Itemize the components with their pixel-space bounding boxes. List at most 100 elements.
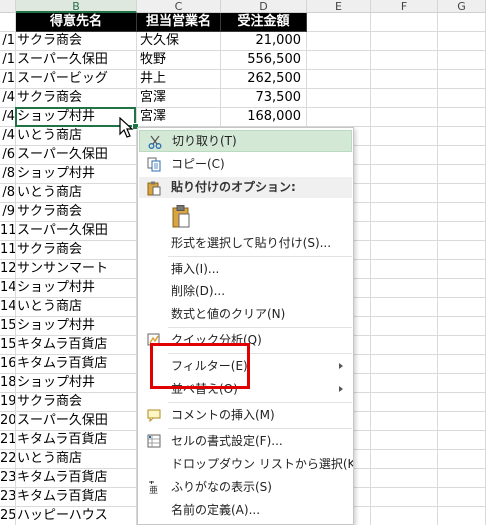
customer-cell[interactable]: スーパー久保田 — [16, 222, 137, 241]
cell[interactable] — [371, 488, 438, 507]
header-amount[interactable]: 受注金額 — [221, 13, 307, 32]
date-cell[interactable]: 15 — [0, 317, 16, 336]
date-cell[interactable]: 16 — [0, 355, 16, 374]
date-cell[interactable]: /9 — [0, 203, 16, 222]
cell[interactable] — [438, 13, 486, 32]
customer-cell[interactable]: サクラ商会 — [16, 89, 137, 108]
cell[interactable] — [307, 51, 371, 70]
column-header-b[interactable]: B — [16, 0, 137, 13]
column-header-d[interactable]: D — [221, 0, 307, 13]
cell[interactable] — [438, 32, 486, 51]
date-cell[interactable]: /8 — [0, 184, 16, 203]
customer-cell[interactable]: ショップ村井 — [16, 374, 137, 393]
customer-cell[interactable]: キタムラ百貨店 — [16, 488, 137, 507]
amount-cell[interactable]: 21,000 — [221, 32, 307, 51]
sales-rep-cell[interactable]: 宮澤 — [137, 108, 221, 127]
customer-cell[interactable]: サンサンマート — [16, 260, 137, 279]
amount-cell[interactable]: 262,500 — [221, 70, 307, 89]
column-header-a[interactable] — [0, 0, 16, 13]
cell[interactable] — [371, 336, 438, 355]
cell[interactable] — [371, 89, 438, 108]
cell[interactable] — [371, 412, 438, 431]
customer-cell[interactable]: いとう商店 — [16, 184, 137, 203]
customer-cell[interactable]: ショップ村井 — [16, 279, 137, 298]
cell[interactable] — [438, 317, 486, 336]
cell[interactable] — [371, 507, 438, 525]
customer-cell[interactable]: キタムラ百貨店 — [16, 355, 137, 374]
menu-item-insert-comment[interactable]: コメントの挿入(M) — [139, 404, 352, 426]
cell[interactable] — [438, 488, 486, 507]
menu-item-insert[interactable]: 挿入(I)... — [139, 258, 352, 280]
column-header-e[interactable]: E — [307, 0, 371, 13]
customer-cell[interactable]: スーパー久保田 — [16, 146, 137, 165]
cell[interactable] — [371, 450, 438, 469]
cell[interactable] — [371, 431, 438, 450]
cell[interactable] — [307, 108, 371, 127]
cell[interactable] — [307, 32, 371, 51]
date-cell[interactable]: 25 — [0, 507, 16, 525]
menu-item-cut[interactable]: 切り取り(T) — [139, 130, 352, 152]
cell[interactable] — [371, 260, 438, 279]
date-cell[interactable]: /4 — [0, 127, 16, 146]
cell[interactable] — [371, 374, 438, 393]
date-cell[interactable]: 23 — [0, 469, 16, 488]
date-cell[interactable]: /4 — [0, 89, 16, 108]
cell[interactable] — [438, 374, 486, 393]
date-cell[interactable]: /6 — [0, 146, 16, 165]
cell[interactable] — [438, 279, 486, 298]
menu-item-paste-special[interactable]: 形式を選択して貼り付け(S)... — [139, 232, 352, 254]
cell[interactable] — [371, 51, 438, 70]
menu-item-show-phonetic[interactable]: 亜 ふりがなの表示(S) — [139, 476, 352, 498]
date-cell[interactable]: 18 — [0, 374, 16, 393]
spreadsheet[interactable]: B C D E F G 得意先名 担当営業名 受注金額 /1 サクラ商会 大久保 21… — [0, 0, 486, 525]
column-header-f[interactable]: F — [371, 0, 438, 13]
customer-cell[interactable]: いとう商店 — [16, 298, 137, 317]
cell[interactable] — [307, 13, 371, 32]
menu-item-format-cells[interactable]: セルの書式設定(F)... — [139, 430, 352, 452]
sales-rep-cell[interactable]: 井上 — [137, 70, 221, 89]
customer-cell[interactable]: スーパー久保田 — [16, 51, 137, 70]
cell[interactable] — [438, 450, 486, 469]
date-cell[interactable]: /8 — [0, 165, 16, 184]
cell[interactable] — [371, 32, 438, 51]
customer-cell[interactable]: サクラ商会 — [16, 241, 137, 260]
customer-cell[interactable]: ハッピーハウス — [16, 507, 137, 525]
cell[interactable] — [438, 165, 486, 184]
customer-cell[interactable]: サクラ商会 — [16, 32, 137, 51]
date-cell[interactable]: /1 — [0, 32, 16, 51]
amount-cell[interactable]: 556,500 — [221, 51, 307, 70]
cell[interactable] — [438, 355, 486, 374]
date-cell[interactable]: 14 — [0, 279, 16, 298]
cell[interactable] — [438, 241, 486, 260]
cell[interactable] — [371, 393, 438, 412]
customer-cell[interactable]: キタムラ百貨店 — [16, 431, 137, 450]
cell[interactable] — [438, 260, 486, 279]
cell[interactable] — [438, 431, 486, 450]
cell[interactable] — [371, 165, 438, 184]
date-cell[interactable]: 15 — [0, 336, 16, 355]
date-cell[interactable]: 12 — [0, 260, 16, 279]
cell[interactable] — [371, 298, 438, 317]
header-customer[interactable]: 得意先名 — [16, 13, 137, 32]
cell[interactable] — [438, 184, 486, 203]
customer-cell[interactable]: いとう商店 — [16, 450, 137, 469]
cell[interactable] — [438, 203, 486, 222]
cell[interactable] — [371, 13, 438, 32]
date-cell[interactable]: 21 — [0, 431, 16, 450]
cell[interactable] — [438, 336, 486, 355]
date-cell[interactable]: 22 — [0, 450, 16, 469]
header-sales-rep[interactable]: 担当営業名 — [137, 13, 221, 32]
cell[interactable] — [307, 70, 371, 89]
cell[interactable] — [438, 70, 486, 89]
sales-rep-cell[interactable]: 牧野 — [137, 51, 221, 70]
cell[interactable] — [438, 146, 486, 165]
date-cell[interactable]: 23 — [0, 488, 16, 507]
cell[interactable] — [371, 279, 438, 298]
date-cell[interactable]: 20 — [0, 412, 16, 431]
cell[interactable] — [371, 184, 438, 203]
cell[interactable] — [438, 51, 486, 70]
column-header-c[interactable]: C — [137, 0, 221, 13]
amount-cell[interactable]: 168,000 — [221, 108, 307, 127]
cell[interactable] — [438, 469, 486, 488]
cell[interactable] — [438, 108, 486, 127]
